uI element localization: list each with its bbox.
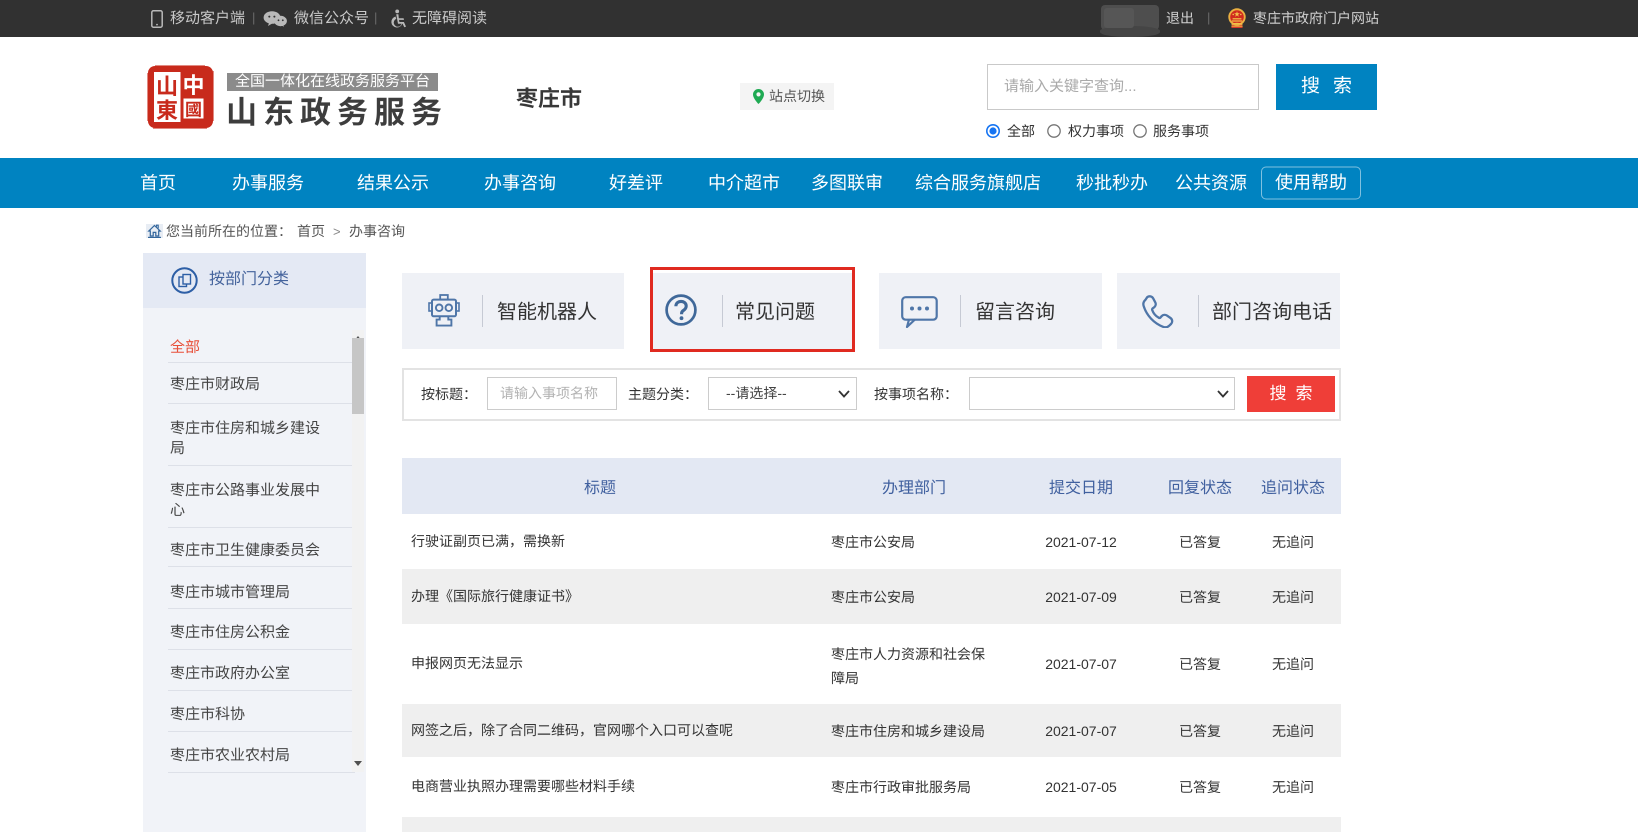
svg-text:國: 國 [185, 96, 202, 121]
svg-text:東: 東 [156, 93, 178, 125]
